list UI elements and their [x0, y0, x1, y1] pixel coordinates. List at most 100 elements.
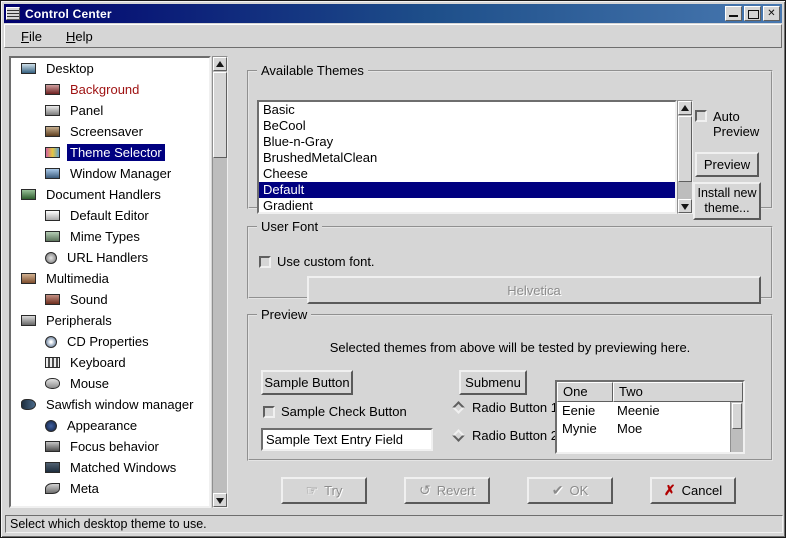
mime-types-icon [45, 231, 60, 242]
menu-help[interactable]: Help [54, 27, 105, 46]
sample-button[interactable]: Sample Button [261, 370, 353, 395]
available-themes-label: Available Themes [257, 63, 368, 78]
radio-icon [452, 401, 465, 414]
install-new-theme-button[interactable]: Install new theme... [693, 182, 761, 220]
statusbar: Select which desktop theme to use. [5, 515, 783, 533]
theme-item[interactable]: Basic [259, 102, 675, 118]
tree-item-peripherals[interactable]: Peripherals [11, 310, 209, 331]
maximize-icon[interactable] [744, 6, 761, 21]
window-title: Control Center [25, 7, 112, 21]
tree-item-default-editor[interactable]: Default Editor [11, 205, 209, 226]
table-row[interactable]: Mynie Moe [557, 420, 743, 438]
tree-item-background[interactable]: Background [11, 79, 209, 100]
titlebar[interactable]: Control Center [4, 4, 782, 23]
radio-1-label: Radio Button 1 [472, 400, 558, 415]
cancel-icon: ✗ [664, 482, 676, 499]
close-icon[interactable] [763, 6, 780, 21]
tree-scrollbar[interactable] [212, 56, 228, 508]
menu-file[interactable]: File [9, 27, 54, 46]
user-font-frame: User Font Use custom font. Helvetica [247, 219, 773, 299]
tree-item-panel[interactable]: Panel [11, 100, 209, 121]
tree-item-window-manager[interactable]: Window Manager [11, 163, 209, 184]
tree-item-meta[interactable]: Meta [11, 478, 209, 499]
use-custom-font-checkbox[interactable]: Use custom font. [259, 254, 375, 269]
theme-item[interactable]: BrushedMetalClean [259, 150, 675, 166]
tree-scroll-thumb[interactable] [213, 72, 227, 158]
table-header-one[interactable]: One [557, 382, 613, 402]
document-handlers-icon [21, 189, 36, 200]
checkbox-icon [695, 110, 707, 122]
revert-button[interactable]: ↺ Revert [404, 477, 490, 504]
themes-scrollbar[interactable] [677, 100, 693, 214]
table-scrollbar[interactable] [730, 402, 743, 452]
table-scroll-thumb[interactable] [732, 403, 742, 429]
window-manager-icon [45, 168, 60, 179]
themes-scroll-thumb[interactable] [678, 116, 692, 182]
tree-item-theme-selector[interactable]: Theme Selector [11, 142, 209, 163]
radio-2-label: Radio Button 2 [472, 428, 558, 443]
tree-item-multimedia[interactable]: Multimedia [11, 268, 209, 289]
meta-icon [45, 483, 60, 494]
scroll-up-icon[interactable] [213, 57, 227, 71]
focus-behavior-icon [45, 441, 60, 452]
theme-item[interactable]: Blue-n-Gray [259, 134, 675, 150]
theme-item-selected[interactable]: Default [259, 182, 675, 198]
keyboard-icon [45, 357, 60, 368]
tree-item-screensaver[interactable]: Screensaver [11, 121, 209, 142]
table-header-two[interactable]: Two [613, 382, 743, 402]
auto-preview-label: Auto Preview [713, 110, 771, 140]
panel-icon [45, 105, 60, 116]
menubar: File Help [4, 24, 782, 48]
tree-item-document-handlers[interactable]: Document Handlers [11, 184, 209, 205]
radio-icon [452, 429, 465, 442]
preview-button[interactable]: Preview [695, 152, 759, 177]
multimedia-icon [21, 273, 36, 284]
tree-item-cd-properties[interactable]: CD Properties [11, 331, 209, 352]
ok-icon: ✔ [552, 482, 564, 499]
preview-frame: Preview Selected themes from above will … [247, 307, 773, 461]
tree-item-mime-types[interactable]: Mime Types [11, 226, 209, 247]
revert-icon: ↺ [419, 482, 431, 499]
radio-button-1[interactable]: Radio Button 1 [451, 400, 558, 415]
background-icon [45, 84, 60, 95]
try-icon: ☞ [306, 482, 319, 499]
sample-text-entry[interactable] [261, 428, 433, 451]
peripherals-icon [21, 315, 36, 326]
table-row[interactable]: Eenie Meenie [557, 402, 743, 420]
auto-preview-checkbox[interactable]: Auto Preview [695, 110, 771, 140]
ok-button[interactable]: ✔ OK [527, 477, 613, 504]
theme-item[interactable]: BeCool [259, 118, 675, 134]
user-font-label: User Font [257, 219, 322, 234]
tree-item-sound[interactable]: Sound [11, 289, 209, 310]
minimize-icon[interactable] [725, 6, 742, 21]
theme-item[interactable]: Cheese [259, 166, 675, 182]
tree-item-url-handlers[interactable]: URL Handlers [11, 247, 209, 268]
try-button[interactable]: ☞ Try [281, 477, 367, 504]
tree-item-focus-behavior[interactable]: Focus behavior [11, 436, 209, 457]
tree-item-appearance[interactable]: Appearance [11, 415, 209, 436]
scroll-down-icon[interactable] [213, 493, 227, 507]
sample-table: One Two Eenie Meenie Mynie Moe [555, 380, 745, 454]
scroll-down-icon[interactable] [678, 199, 692, 213]
radio-button-2[interactable]: Radio Button 2 [451, 428, 558, 443]
tree-item-keyboard[interactable]: Keyboard [11, 352, 209, 373]
tree-item-matched-windows[interactable]: Matched Windows [11, 457, 209, 478]
sound-icon [45, 294, 60, 305]
submenu-button[interactable]: Submenu [459, 370, 527, 395]
tree-item-sawfish[interactable]: Sawfish window manager [11, 394, 209, 415]
tree-item-desktop[interactable]: Desktop [11, 58, 209, 79]
control-center-window: Control Center File Help Desktop Backgro… [0, 0, 786, 538]
checkbox-icon [259, 256, 271, 268]
scroll-up-icon[interactable] [678, 101, 692, 115]
preview-label: Preview [257, 307, 311, 322]
tree-item-mouse[interactable]: Mouse [11, 373, 209, 394]
use-custom-font-label: Use custom font. [277, 254, 375, 269]
sample-check-button[interactable]: Sample Check Button [263, 404, 407, 419]
font-picker-button[interactable]: Helvetica [307, 276, 761, 304]
theme-item[interactable]: Gradient [259, 198, 675, 214]
cancel-button[interactable]: ✗ Cancel [650, 477, 736, 504]
mouse-icon [45, 378, 60, 389]
capplet-tree: Desktop Background Panel Screensaver The… [9, 56, 211, 508]
window-menu-icon[interactable] [6, 7, 20, 20]
url-handlers-icon [45, 252, 57, 264]
